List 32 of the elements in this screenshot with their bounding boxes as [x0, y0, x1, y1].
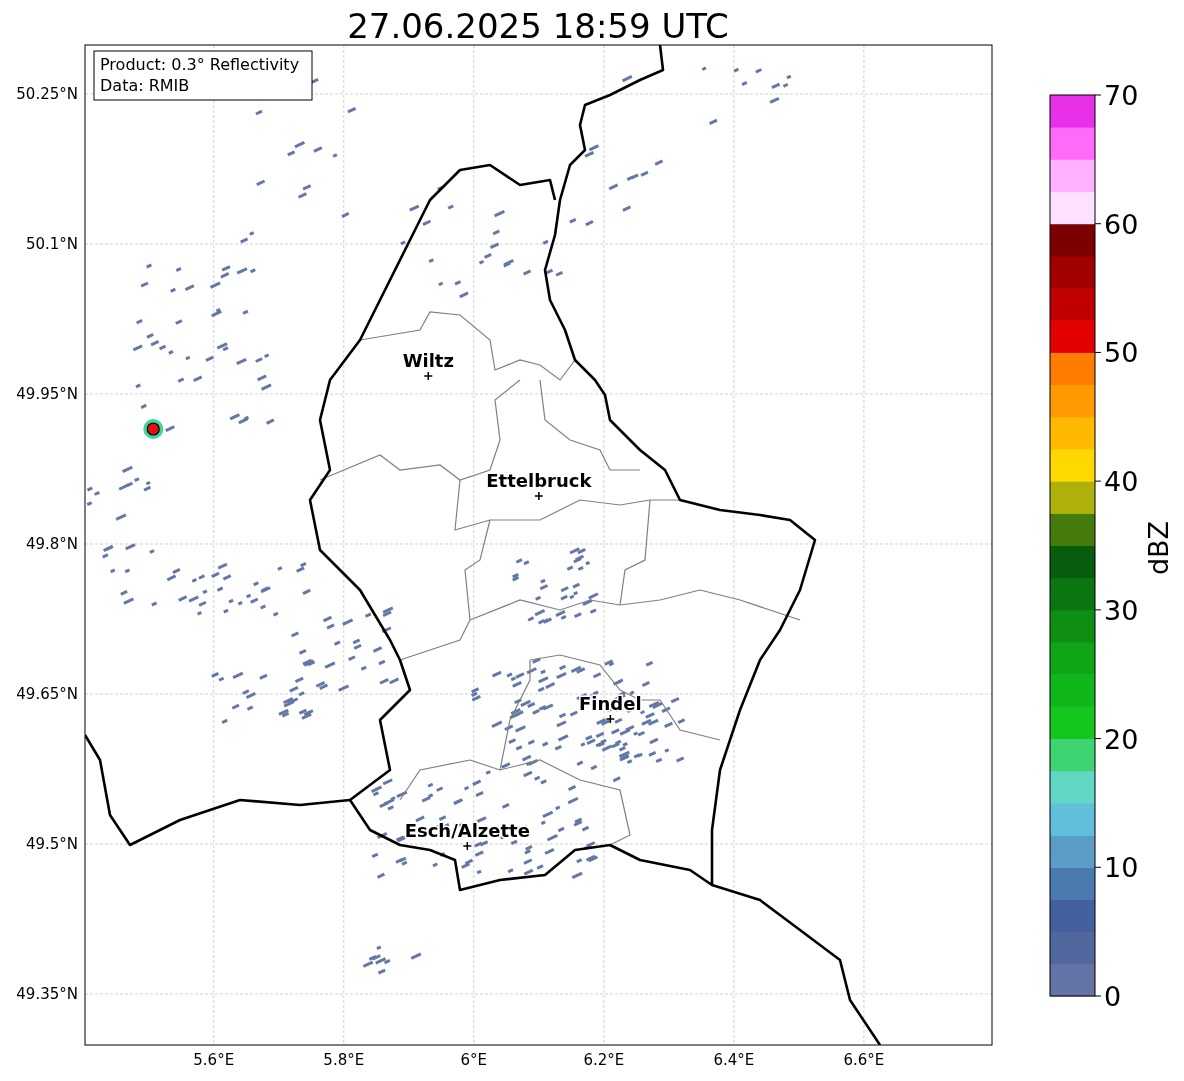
latitude-label: 49.65°N [16, 685, 78, 703]
radar-site-marker [143, 419, 164, 439]
latitude-label: 50.1°N [25, 235, 78, 253]
longitude-label: 6°E [460, 1051, 488, 1069]
chart-title: 27.06.2025 18:59 UTC [347, 6, 729, 46]
longitude-label: 6.6°E [843, 1051, 885, 1069]
city-label: Wiltz [402, 350, 454, 371]
latitude-label: 49.35°N [16, 985, 78, 1003]
colorbar-tick-label: 20 [1104, 723, 1139, 755]
longitude-label: 5.8°E [323, 1051, 365, 1069]
colorbar-tick-label: 50 [1104, 337, 1139, 369]
info-text: Data: RMIB [100, 76, 190, 95]
colorbar-tick-label: 40 [1104, 466, 1139, 498]
longitude-label: 6.2°E [583, 1051, 625, 1069]
longitude-label: 5.6°E [193, 1051, 235, 1069]
colorbar-tick-label: 30 [1104, 594, 1139, 626]
city-marker [605, 714, 616, 724]
longitude-label: 6.4°E [713, 1051, 755, 1069]
colorbar-tick-label: 60 [1104, 208, 1139, 240]
city-label: Ettelbruck [486, 470, 592, 491]
colorbar-tick-label: 70 [1104, 80, 1139, 111]
colorbar-tick-label: 10 [1104, 852, 1139, 884]
colorbar-tick-label: 0 [1104, 981, 1122, 1012]
info-text: Product: 0.3° Reflectivity [100, 55, 300, 74]
latitude-label: 49.8°N [25, 535, 78, 553]
city-marker [534, 491, 544, 501]
latitude-label: 49.95°N [16, 385, 78, 403]
latitude-label: 50.25°N [16, 85, 78, 103]
colorbar-label: dBZ [1143, 520, 1174, 576]
city-marker [423, 371, 434, 381]
latitude-label: 49.5°N [25, 835, 78, 853]
city-marker [462, 841, 473, 851]
